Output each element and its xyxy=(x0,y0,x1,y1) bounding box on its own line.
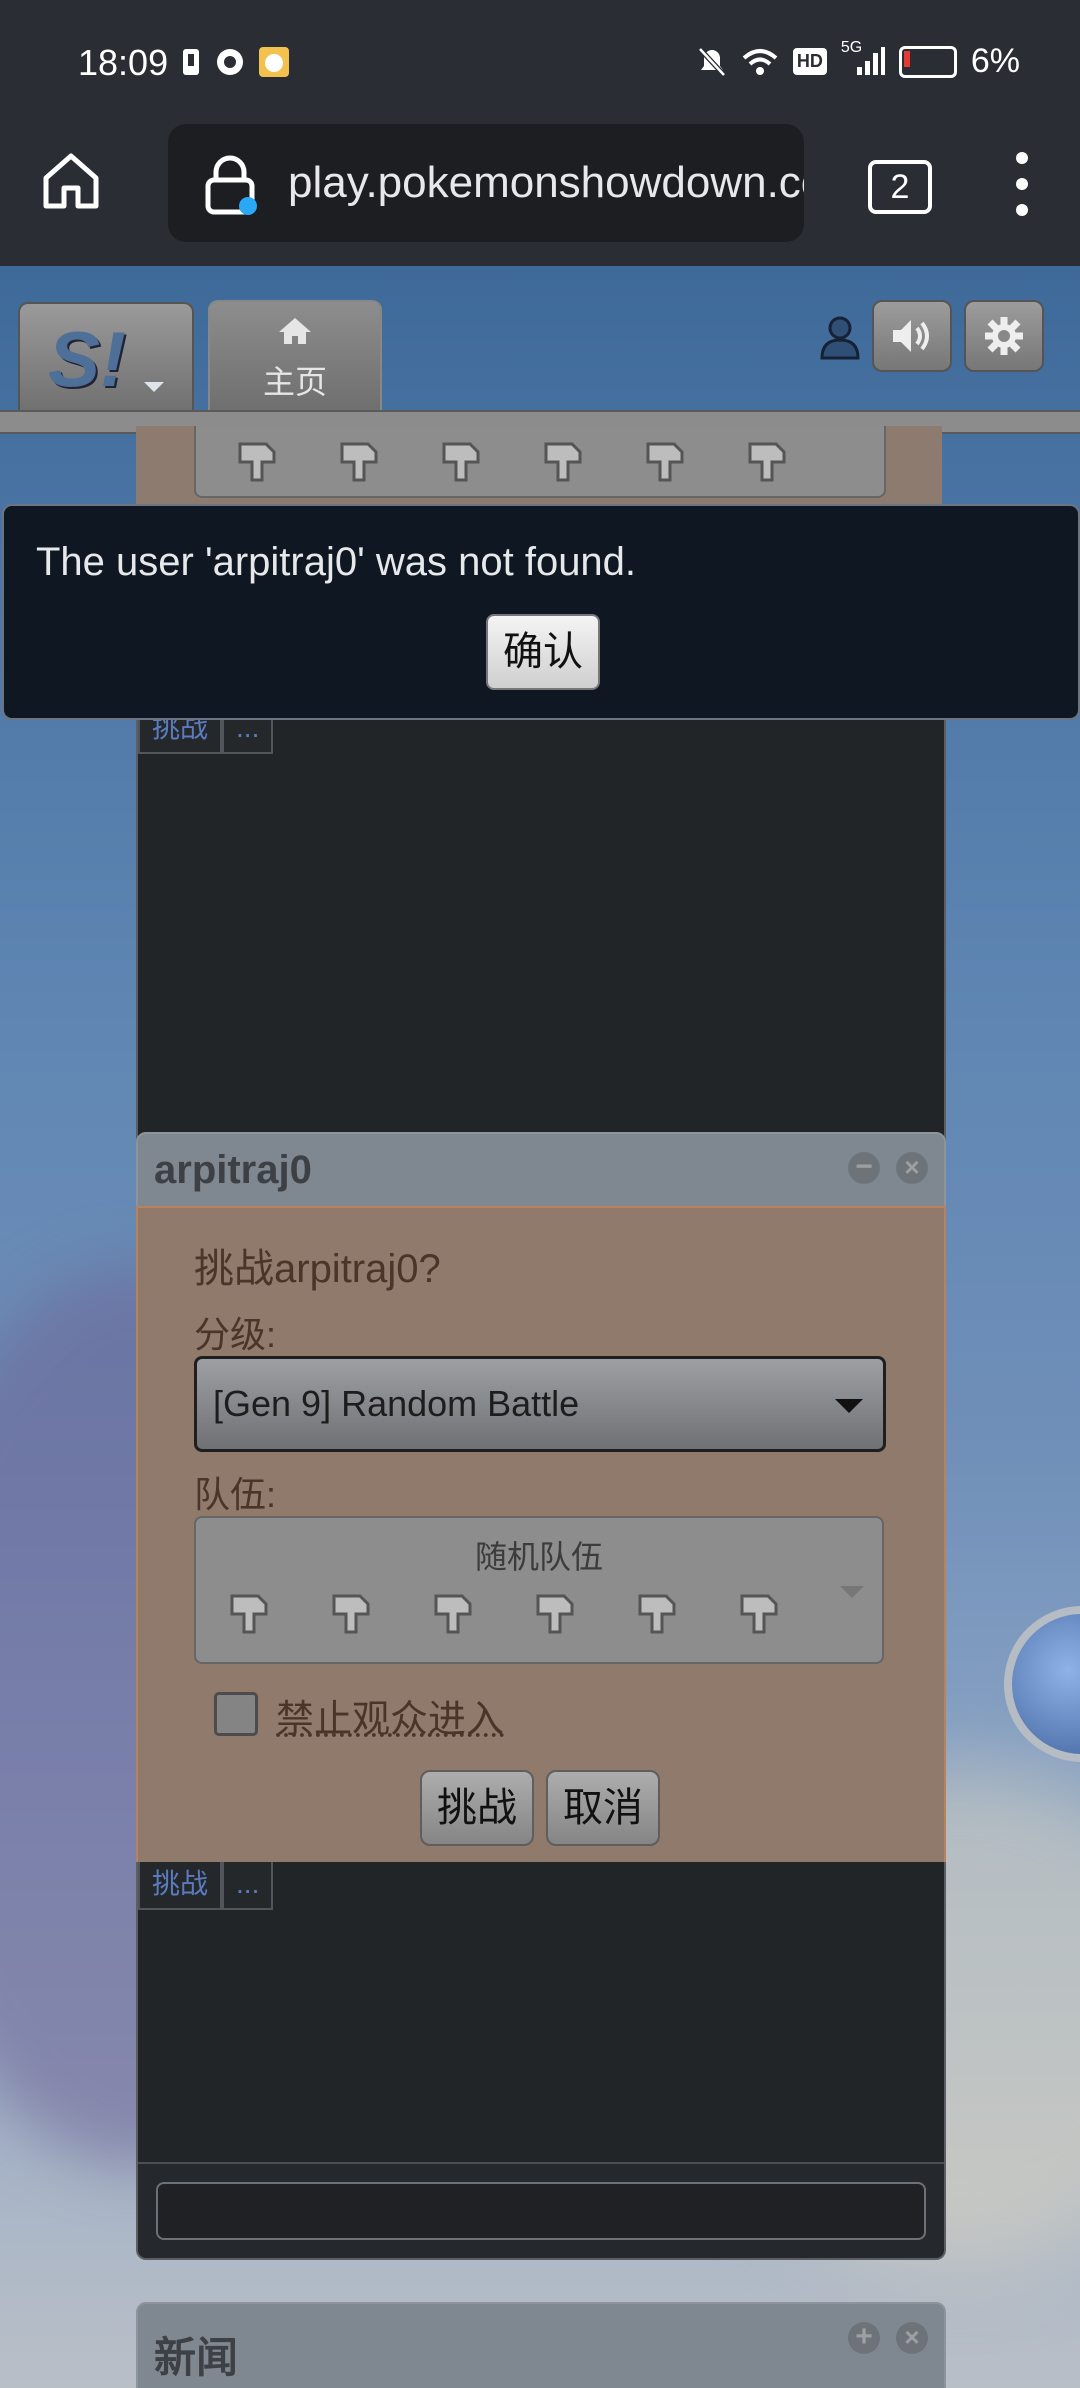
mute-icon xyxy=(698,46,726,77)
unknown-pokemon-icon xyxy=(646,442,684,482)
url-text[interactable]: play.pokemonshowdown.com xyxy=(288,158,804,208)
user-icon[interactable] xyxy=(818,314,862,360)
chat-input[interactable] xyxy=(156,2182,926,2240)
no-spectators-checkbox[interactable] xyxy=(214,1692,258,1736)
unknown-pokemon-icon xyxy=(434,1594,472,1634)
network-type: 5G xyxy=(841,39,885,77)
cancel-button[interactable]: 取消 xyxy=(546,1770,660,1846)
unknown-pokemon-icon xyxy=(442,442,480,482)
unknown-pokemon-icon xyxy=(536,1594,574,1634)
format-label: 分级: xyxy=(194,1314,277,1355)
previous-challenge-panel xyxy=(136,426,942,506)
chat-tabs: 挑战 ... xyxy=(138,1862,274,1910)
ok-button[interactable]: 确认 xyxy=(486,614,600,690)
unknown-pokemon-icon xyxy=(332,1594,370,1634)
wifi-icon xyxy=(742,48,778,75)
pm-window-title[interactable]: arpitraj0 xyxy=(154,1148,312,1193)
status-right: HD 5G 6% xyxy=(697,39,1020,81)
close-icon[interactable]: × xyxy=(896,1152,928,1184)
overflow-menu-icon[interactable] xyxy=(1012,152,1032,222)
unknown-pokemon-icon xyxy=(230,1594,268,1634)
status-time: 18:09 xyxy=(78,42,169,83)
settings-button[interactable] xyxy=(964,300,1044,372)
chevron-down-icon xyxy=(835,1399,863,1413)
ps-header: S! 主页 xyxy=(0,266,1080,434)
team-label: 队伍: xyxy=(194,1474,277,1515)
news-panel-header: 新闻 + × xyxy=(136,2302,946,2388)
battery-icon xyxy=(898,45,957,78)
chevron-down-icon xyxy=(840,1586,864,1598)
unknown-pokemon-icon xyxy=(638,1594,676,1634)
app-icon xyxy=(259,47,289,77)
team-select[interactable]: 随机队伍 xyxy=(194,1516,884,1664)
pokemon-slots xyxy=(230,434,792,486)
no-spectators-label[interactable]: 禁止观众进入 xyxy=(276,1688,504,1743)
notification-icon xyxy=(183,49,199,75)
home-icon xyxy=(210,316,380,355)
battery-percent: 6% xyxy=(970,42,1020,80)
sound-button[interactable] xyxy=(872,300,952,372)
minimize-icon[interactable]: − xyxy=(848,1152,880,1184)
browser-toolbar: play.pokemonshowdown.com 2 xyxy=(0,118,1080,266)
format-select[interactable]: [Gen 9] Random Battle xyxy=(194,1356,886,1452)
tab-home-label: 主页 xyxy=(262,364,327,400)
dialog-message: The user 'arpitraj0' was not found. xyxy=(36,540,637,584)
chat-tab-more[interactable]: ... xyxy=(222,1862,274,1910)
error-dialog: The user 'arpitraj0' was not found. 确认 xyxy=(2,504,1080,720)
address-bar[interactable]: play.pokemonshowdown.com xyxy=(168,124,804,242)
status-bar: 18:09 HD 5G 6% xyxy=(0,0,1080,118)
tab-home[interactable]: 主页 xyxy=(208,300,382,418)
pm-window-header: arpitraj0 − × xyxy=(136,1132,946,1210)
chat-log-panel: 挑战 ... xyxy=(136,1862,946,2260)
chat-tab-challenge[interactable]: 挑战 xyxy=(138,1862,223,1910)
floating-avatar[interactable] xyxy=(1004,1606,1080,1762)
unknown-pokemon-icon xyxy=(748,442,786,482)
team-value: 随机队伍 xyxy=(474,1539,603,1575)
app-icon xyxy=(217,49,243,75)
logo: S! xyxy=(48,315,126,403)
volume-icon xyxy=(893,320,929,352)
challenge-form: 挑战arpitraj0? 分级: [Gen 9] Random Battle 队… xyxy=(136,1206,946,1866)
unknown-pokemon-icon xyxy=(740,1594,778,1634)
chevron-down-icon xyxy=(144,382,164,392)
unknown-pokemon-icon xyxy=(544,442,582,482)
expand-icon[interactable]: + xyxy=(848,2322,880,2354)
challenge-button[interactable]: 挑战 xyxy=(420,1770,534,1846)
gear-icon xyxy=(985,317,1023,355)
lock-icon[interactable] xyxy=(202,154,258,216)
team-preview xyxy=(194,426,886,498)
home-icon[interactable] xyxy=(38,148,104,214)
close-icon[interactable]: × xyxy=(896,2322,928,2354)
hd-badge: HD xyxy=(792,48,827,75)
main-menu-button[interactable]: S! xyxy=(18,302,194,416)
format-value: [Gen 9] Random Battle xyxy=(213,1383,580,1424)
unknown-pokemon-icon xyxy=(238,442,276,482)
unknown-pokemon-icon xyxy=(340,442,378,482)
pokemon-slots xyxy=(222,1586,784,1638)
chat-input-bar xyxy=(138,2162,944,2258)
challenge-question: 挑战arpitraj0? xyxy=(194,1247,441,1291)
tab-switcher-button[interactable]: 2 xyxy=(868,160,932,214)
news-title[interactable]: 新闻 xyxy=(154,2324,238,2385)
notification-icons xyxy=(180,46,290,78)
signal-icon xyxy=(856,46,885,75)
